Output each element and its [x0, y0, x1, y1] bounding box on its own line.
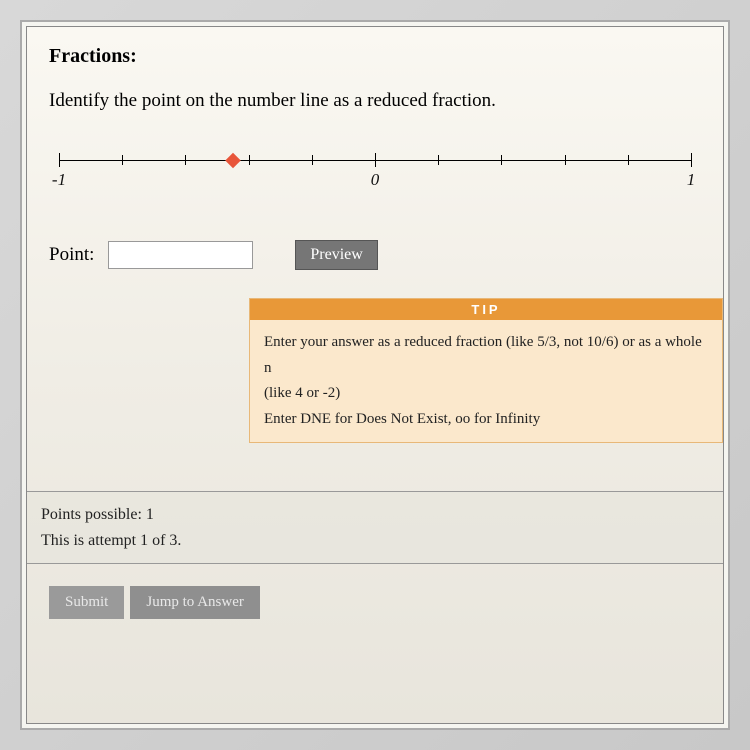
tick-major-right — [691, 153, 692, 167]
tick-minor — [122, 155, 123, 165]
answer-row: Point: Preview — [49, 240, 701, 270]
tip-box: TIP Enter your answer as a reduced fract… — [249, 298, 723, 443]
tip-line: Enter your answer as a reduced fraction … — [264, 330, 708, 381]
submit-button[interactable]: Submit — [49, 586, 124, 619]
tick-minor — [628, 155, 629, 165]
tick-minor — [185, 155, 186, 165]
tip-body: Enter your answer as a reduced fraction … — [250, 320, 722, 442]
instruction-text: Identify the point on the number line as… — [49, 90, 701, 112]
axis-label-left: -1 — [52, 170, 66, 190]
tick-minor — [501, 155, 502, 165]
plotted-point — [225, 153, 241, 169]
outer-frame: Fractions: Identify the point on the num… — [20, 20, 730, 730]
tip-line: (like 4 or -2) — [264, 381, 708, 407]
tick-minor — [565, 155, 566, 165]
jump-to-answer-button[interactable]: Jump to Answer — [130, 586, 260, 619]
attempt-count: This is attempt 1 of 3. — [41, 528, 709, 554]
tick-major-left — [59, 153, 60, 167]
tick-minor — [438, 155, 439, 165]
points-possible: Points possible: 1 — [41, 502, 709, 528]
preview-button[interactable]: Preview — [295, 240, 377, 270]
axis-label-mid: 0 — [371, 170, 380, 190]
answer-input[interactable] — [108, 241, 253, 269]
tick-major-mid — [375, 153, 376, 167]
tip-header: TIP — [250, 299, 722, 320]
tick-minor — [312, 155, 313, 165]
tip-line: Enter DNE for Does Not Exist, oo for Inf… — [264, 407, 708, 433]
section-title: Fractions: — [49, 45, 701, 68]
number-line: -1 0 1 — [59, 150, 691, 200]
tick-minor — [249, 155, 250, 165]
answer-label: Point: — [49, 244, 94, 266]
action-row: Submit Jump to Answer — [49, 586, 701, 619]
question-panel: Fractions: Identify the point on the num… — [26, 26, 724, 724]
points-bar: Points possible: 1 This is attempt 1 of … — [27, 491, 723, 564]
axis-label-right: 1 — [687, 170, 696, 190]
